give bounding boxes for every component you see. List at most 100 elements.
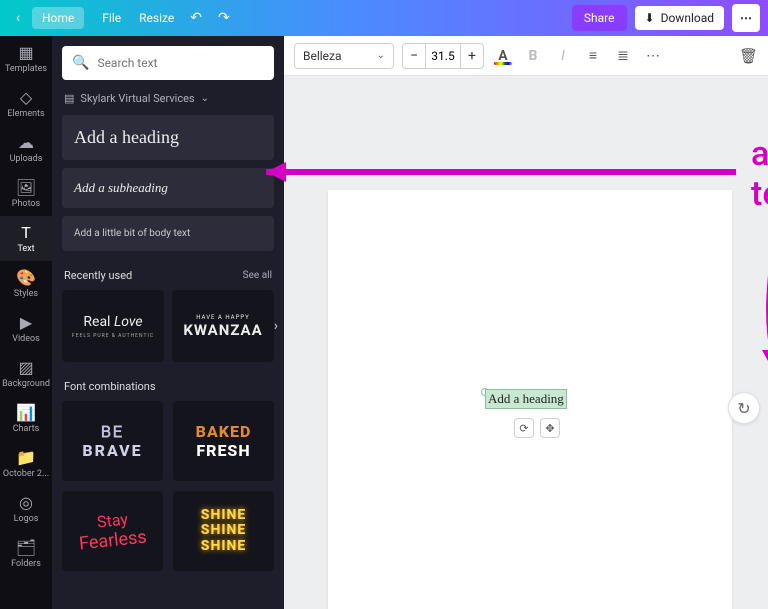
section-title: Recently used: [64, 269, 132, 282]
add-heading-button[interactable]: Add a heading: [62, 115, 274, 160]
redo-button[interactable]: ↷: [218, 10, 230, 26]
text: Fearless: [78, 527, 148, 555]
rail-text[interactable]: T Text: [0, 216, 52, 261]
rail-label: Background: [2, 379, 50, 389]
text: SHINE: [201, 539, 246, 554]
download-button[interactable]: ⬇ Download: [635, 6, 724, 30]
decrease-size-button[interactable]: −: [403, 48, 425, 64]
text: HAVE A HAPPY: [196, 314, 250, 321]
side-rail: ▦ Templates ◇ Elements ☁ Uploads 🖼 Photo…: [0, 36, 52, 609]
text-toolbar: Belleza ⌄ − + A B I ≡ ≣ ⋯ 🗑: [284, 36, 768, 76]
uploads-icon: ☁: [0, 133, 52, 152]
add-body-text-button[interactable]: Add a little bit of body text: [62, 216, 274, 251]
combo-shine[interactable]: SHINE SHINE SHINE: [173, 491, 274, 571]
recent-template-kwanzaa[interactable]: HAVE A HAPPY KWANZAA: [172, 290, 274, 362]
rail-templates[interactable]: ▦ Templates: [0, 36, 52, 81]
reposition-page-button[interactable]: ↻: [728, 392, 760, 424]
search-field[interactable]: [97, 56, 264, 70]
rotate-control[interactable]: ⟳: [514, 418, 534, 438]
rail-october[interactable]: 📁 October 2...: [0, 441, 52, 486]
rail-background[interactable]: ▨ Background: [0, 351, 52, 396]
rail-elements[interactable]: ◇ Elements: [0, 81, 52, 126]
elements-icon: ◇: [0, 88, 52, 107]
undo-button[interactable]: ↶: [190, 10, 202, 26]
scroll-right-button[interactable]: ›: [274, 318, 278, 334]
file-menu[interactable]: File: [102, 11, 121, 25]
chevron-down-icon: ⌄: [377, 50, 385, 61]
brand-dropdown[interactable]: ▤ Skylark Virtual Services ⌄: [64, 92, 272, 105]
font-family-select[interactable]: Belleza ⌄: [294, 43, 394, 69]
text: BE: [101, 422, 124, 441]
brand-name: Skylark Virtual Services: [80, 92, 194, 105]
text: BRAVE: [82, 441, 142, 460]
annotation-label: add text: [751, 134, 768, 214]
list-button[interactable]: ≣: [612, 48, 634, 64]
text: SHINE: [201, 508, 246, 523]
rail-photos[interactable]: 🖼 Photos: [0, 171, 52, 216]
bold-button[interactable]: B: [522, 48, 544, 64]
section-title: Font combinations: [64, 380, 156, 393]
move-control[interactable]: ✥: [540, 418, 560, 438]
background-icon: ▨: [0, 358, 52, 377]
folder-icon: 📁: [0, 448, 52, 467]
rail-logos[interactable]: ◎ Logos: [0, 486, 52, 531]
rail-label: Elements: [7, 109, 44, 119]
add-subheading-button[interactable]: Add a subheading: [62, 168, 274, 208]
alignment-button[interactable]: ≡: [582, 47, 604, 64]
brand-icon: ▤: [64, 92, 74, 105]
rail-label: Charts: [13, 424, 40, 434]
increase-size-button[interactable]: +: [461, 48, 483, 64]
rail-label: Templates: [5, 64, 47, 74]
rail-folders[interactable]: 🗂 Folders: [0, 531, 52, 576]
text: Love: [114, 314, 143, 330]
home-button[interactable]: Home: [32, 7, 84, 29]
design-page[interactable]: Add a heading ⟳ ✥: [328, 190, 732, 609]
back-button[interactable]: ‹: [8, 10, 28, 26]
templates-icon: ▦: [0, 43, 52, 62]
charts-icon: 📊: [0, 403, 52, 422]
text: KWANZAA: [183, 321, 262, 339]
see-all-link[interactable]: See all: [243, 270, 272, 281]
rail-styles[interactable]: 🎨 Styles: [0, 261, 52, 306]
text: SHINE: [201, 523, 246, 538]
styles-icon: 🎨: [0, 268, 52, 287]
search-text-input[interactable]: 🔍: [62, 46, 274, 80]
text-panel: 🔍 ▤ Skylark Virtual Services ⌄ Add a hea…: [52, 36, 284, 609]
delete-button[interactable]: 🗑: [739, 47, 758, 65]
resize-menu[interactable]: Resize: [139, 11, 174, 25]
canvas-viewport[interactable]: Add a heading ⟳ ✥ ↻ add text: [284, 76, 768, 609]
top-bar: ‹ Home File Resize ↶ ↷ Share ⬇ Download …: [0, 0, 768, 36]
text: BAKED: [196, 422, 252, 441]
font-size-input[interactable]: [425, 44, 461, 68]
folders-icon: 🗂: [0, 538, 52, 557]
rail-label: Styles: [14, 289, 38, 299]
photos-icon: 🖼: [0, 178, 52, 197]
italic-button[interactable]: I: [552, 48, 574, 64]
rail-videos[interactable]: ▶ Videos: [0, 306, 52, 351]
recently-used-header: Recently used See all: [64, 269, 272, 282]
combo-stay-fearless[interactable]: Stay Fearless: [62, 491, 163, 571]
combo-baked-fresh[interactable]: BAKED FRESH: [173, 401, 274, 481]
editor-area: Belleza ⌄ − + A B I ≡ ≣ ⋯ 🗑 Add a headin…: [284, 36, 768, 609]
rail-label: Videos: [12, 334, 40, 344]
rail-uploads[interactable]: ☁ Uploads: [0, 126, 52, 171]
font-color-button[interactable]: A: [492, 48, 514, 64]
recent-template-real-love[interactable]: Real Love FEELS PURE & AUTHENTIC: [62, 290, 164, 362]
chevron-down-icon: ⌄: [201, 93, 209, 104]
selected-text-element[interactable]: Add a heading: [486, 390, 566, 408]
font-name: Belleza: [303, 49, 342, 63]
text: Real: [83, 314, 114, 330]
more-text-options-button[interactable]: ⋯: [642, 48, 664, 64]
rail-label: Photos: [12, 199, 40, 209]
more-menu-button[interactable]: ⋯: [732, 4, 760, 32]
rail-charts[interactable]: 📊 Charts: [0, 396, 52, 441]
logos-icon: ◎: [0, 493, 52, 512]
text-icon: T: [0, 223, 52, 242]
download-icon: ⬇: [645, 11, 655, 25]
font-size-stepper: − +: [402, 43, 484, 69]
combo-be-brave[interactable]: BE BRAVE: [62, 401, 163, 481]
text: FEELS PURE & AUTHENTIC: [72, 333, 154, 339]
rail-label: Logos: [14, 514, 39, 524]
share-button[interactable]: Share: [572, 5, 627, 31]
font-combinations-header: Font combinations: [64, 380, 272, 393]
